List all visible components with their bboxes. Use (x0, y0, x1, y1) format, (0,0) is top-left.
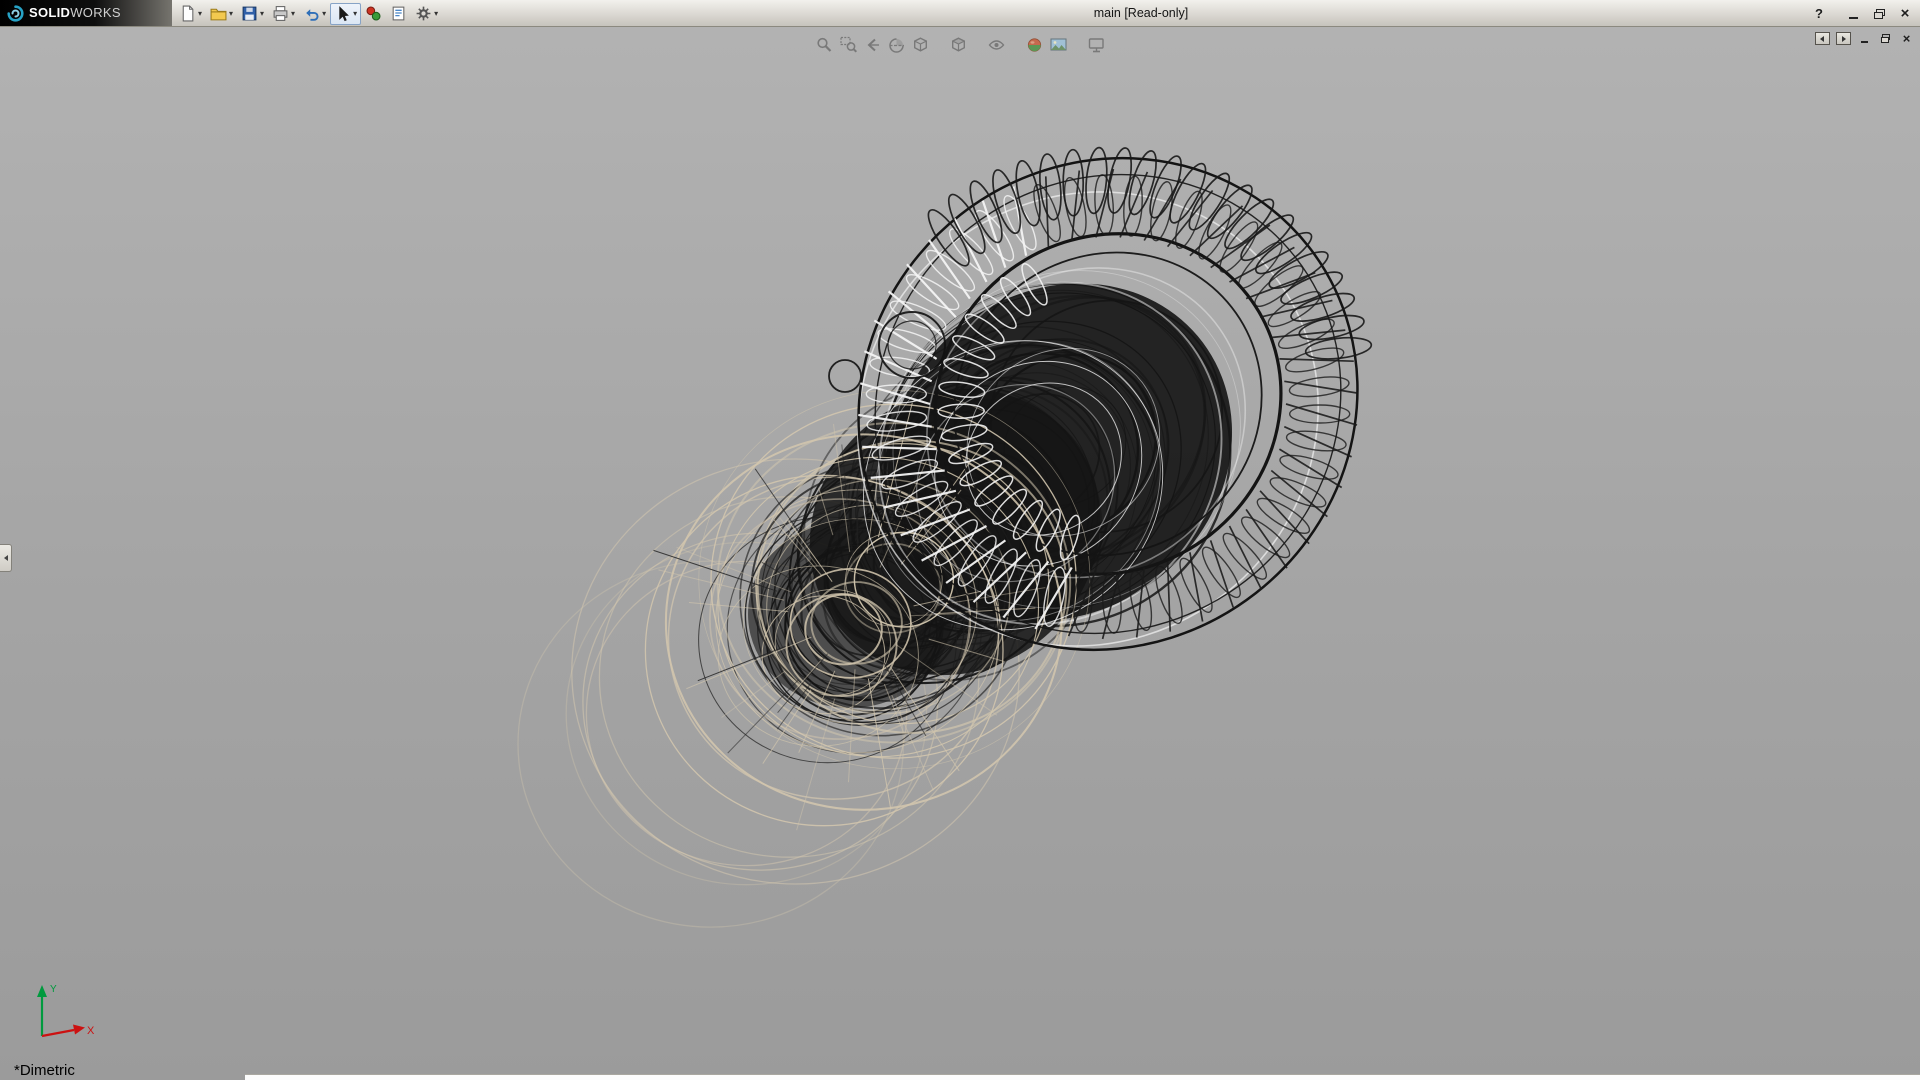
restore-button[interactable] (1868, 4, 1890, 23)
options-button[interactable]: ▾ (411, 3, 442, 25)
minimize-button[interactable] (1842, 4, 1864, 23)
view-orientation-icon (911, 36, 929, 54)
brand-solid: SOLID (29, 5, 70, 20)
edit-appearance-icon (1025, 36, 1043, 54)
display-style-icon (949, 36, 967, 54)
document-restore-button[interactable] (1878, 32, 1893, 45)
spacer (1010, 44, 1021, 45)
hide-show-items-icon (987, 36, 1005, 54)
help-button[interactable]: ? (1808, 4, 1830, 23)
section-view-icon (887, 36, 905, 54)
dropdown-arrow-icon[interactable]: ▾ (260, 10, 264, 18)
new-document-button[interactable]: ▾ (175, 3, 206, 25)
xpress-products-button[interactable] (361, 3, 386, 25)
zoom-to-area-button[interactable] (838, 34, 859, 55)
previous-view-icon (863, 36, 881, 54)
document-minimize-button[interactable] (1857, 32, 1872, 45)
viewport[interactable]: × Y X *Dimetric (0, 27, 1920, 1080)
new-document-icon (179, 5, 196, 22)
window-title: main [Read-only] (1094, 0, 1189, 26)
document-close-button[interactable]: × (1899, 32, 1914, 45)
triangle-left-icon (1817, 36, 1824, 42)
heads-up-view-toolbar (814, 34, 1107, 55)
orientation-triad: Y X (24, 980, 104, 1050)
view-settings-button[interactable] (1086, 34, 1107, 55)
dropdown-arrow-icon[interactable]: ▾ (353, 10, 357, 18)
spacer (934, 44, 945, 45)
window-controls: ? × (1808, 0, 1916, 27)
view-orientation-label: *Dimetric (14, 1062, 75, 1079)
view-orientation-button[interactable] (910, 34, 931, 55)
section-view-button[interactable] (886, 34, 907, 55)
select-button[interactable]: ▾ (330, 3, 361, 25)
restore-icon (1881, 34, 1890, 43)
display-style-button[interactable] (948, 34, 969, 55)
edit-appearance-button[interactable] (1024, 34, 1045, 55)
status-bar-edge (245, 1074, 1920, 1080)
feature-panel-collapsed-tab[interactable] (0, 544, 12, 572)
undo-icon (303, 5, 320, 22)
brand-text: SOLIDWORKS (29, 4, 121, 22)
apply-scene-button[interactable] (1048, 34, 1069, 55)
dropdown-arrow-icon[interactable]: ▾ (291, 10, 295, 18)
zoom-to-fit-icon (815, 36, 833, 54)
print-button[interactable]: ▾ (268, 3, 299, 25)
close-button[interactable]: × (1894, 4, 1916, 23)
undo-button[interactable]: ▾ (299, 3, 330, 25)
triangle-right-icon (1842, 36, 1849, 42)
save-icon (241, 5, 258, 22)
document-window-controls: × (1815, 32, 1914, 45)
3ds-swirl-icon (7, 5, 24, 22)
minimize-icon (1861, 41, 1868, 43)
quick-access-toolbar: ▾ ▾ ▾ ▾ (175, 2, 442, 25)
select-cursor-icon (334, 5, 351, 22)
triad-y-label: Y (50, 984, 57, 995)
print-icon (272, 5, 289, 22)
apply-scene-icon (1049, 36, 1067, 54)
dropdown-arrow-icon[interactable]: ▾ (198, 10, 202, 18)
spacer (1072, 44, 1083, 45)
previous-view-button[interactable] (862, 34, 883, 55)
restore-icon (1874, 9, 1885, 19)
xpress-products-icon (365, 5, 382, 22)
view-settings-icon (1087, 36, 1105, 54)
open-button[interactable]: ▾ (206, 3, 237, 25)
save-button[interactable]: ▾ (237, 3, 268, 25)
file-properties-icon (390, 5, 407, 22)
file-properties-button[interactable] (386, 3, 411, 25)
pane-expand-right-button[interactable] (1836, 32, 1851, 45)
dropdown-arrow-icon[interactable]: ▾ (434, 10, 438, 18)
dropdown-arrow-icon[interactable]: ▾ (229, 10, 233, 18)
spacer (972, 44, 983, 45)
model-wireframe (0, 27, 1920, 1080)
triad-x-label: X (87, 1025, 95, 1037)
dropdown-arrow-icon[interactable]: ▾ (322, 10, 326, 18)
open-folder-icon (210, 5, 227, 22)
minimize-icon (1849, 17, 1858, 19)
options-gear-icon (415, 5, 432, 22)
zoom-to-fit-button[interactable] (814, 34, 835, 55)
title-bar: SOLIDWORKS ▾ ▾ ▾ (0, 0, 1920, 27)
brand-works: WORKS (70, 5, 121, 20)
solidworks-logo: SOLIDWORKS (0, 0, 172, 26)
hide-show-items-button[interactable] (986, 34, 1007, 55)
zoom-to-area-icon (839, 36, 857, 54)
collapse-arrow-icon (1, 555, 8, 561)
pane-collapse-left-button[interactable] (1815, 32, 1830, 45)
